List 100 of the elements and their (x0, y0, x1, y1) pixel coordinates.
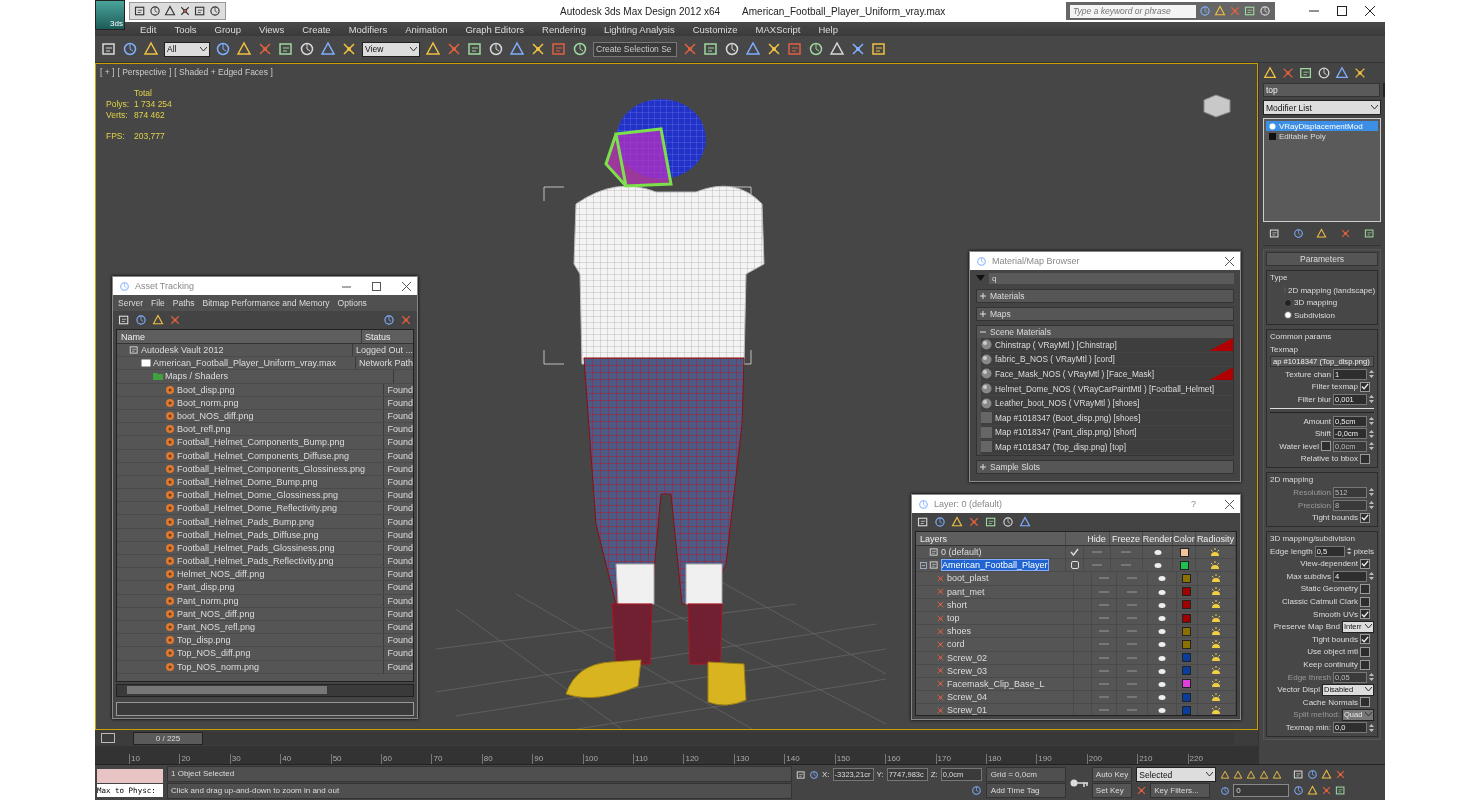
auto-key-button[interactable]: Auto Key (1091, 767, 1133, 782)
close-icon[interactable] (1225, 499, 1234, 509)
object-name-field[interactable]: top (1263, 83, 1380, 97)
layer-color-swatch[interactable] (1182, 666, 1192, 676)
collapse-icon[interactable] (980, 329, 986, 335)
hide-toggle-icon[interactable] (1098, 709, 1109, 712)
hide-toggle-icon[interactable] (1098, 643, 1109, 646)
freeze-toggle-icon[interactable] (1126, 643, 1137, 646)
menu-item[interactable]: File (151, 298, 165, 308)
menu-item[interactable]: Modifiers (339, 23, 397, 35)
set-key-button[interactable]: Set Key (1091, 783, 1133, 798)
spinner-arrows-icon[interactable] (1369, 672, 1374, 683)
spinner-arrows-icon[interactable] (1369, 722, 1374, 733)
layer-name[interactable]: short (947, 599, 967, 610)
search-field[interactable]: Type a keyword or phrase (1070, 4, 1196, 18)
maximize-icon[interactable] (1337, 6, 1347, 16)
expand-icon[interactable] (980, 293, 986, 299)
sun-icon[interactable] (1211, 692, 1222, 702)
checkbox[interactable] (1360, 584, 1370, 594)
freeze-toggle-icon[interactable] (1126, 682, 1137, 685)
selection-filter-dropdown[interactable]: All (164, 41, 210, 57)
spinner-arrows-icon[interactable] (1369, 394, 1374, 405)
layer-name[interactable]: Screw_01 (947, 705, 988, 715)
menu-item[interactable]: Edit (131, 23, 166, 35)
material-list-item[interactable]: Face_Mask_NOS ( VRayMtl ) [Face_Mask] (981, 367, 1233, 382)
asset-name[interactable]: Top_disp.png (177, 635, 231, 646)
layer-name[interactable]: American_Football_Player (941, 559, 1049, 572)
asset-name[interactable]: Boot_disp.png (177, 384, 235, 395)
column-header[interactable]: Name (117, 330, 362, 343)
layer-color-swatch[interactable] (1182, 587, 1192, 597)
menu-item[interactable]: Customize (683, 23, 747, 35)
hide-toggle-icon[interactable] (1098, 682, 1109, 685)
key-filters-button[interactable]: Key Filters... (1150, 783, 1211, 798)
asset-name[interactable]: Maps / Shaders (165, 371, 229, 382)
sun-icon[interactable] (1211, 587, 1222, 597)
asset-name[interactable]: boot_NOS_diff.png (177, 411, 254, 422)
layer-color-swatch[interactable] (1182, 600, 1192, 610)
freeze-toggle-icon[interactable] (1126, 617, 1137, 620)
hide-toggle-icon[interactable] (1098, 590, 1109, 593)
asset-name[interactable]: American_Football_Player_Uniform_vray.max (153, 358, 336, 369)
menu-item[interactable]: Create (293, 23, 340, 35)
rollout-header[interactable]: Maps (977, 308, 1233, 320)
asset-name[interactable]: Football_Helmet_Pads_Bump.png (177, 516, 315, 527)
listener-output-field[interactable] (97, 768, 163, 783)
hide-toggle-icon[interactable] (1098, 669, 1109, 672)
spinner-arrows-icon[interactable] (1347, 546, 1352, 557)
expand-icon[interactable] (980, 463, 986, 470)
rollout-header[interactable]: Scene Materials (977, 326, 1233, 338)
reference-coordinate-dropdown[interactable]: View (362, 41, 420, 57)
layer-color-swatch[interactable] (1182, 613, 1192, 623)
asset-name[interactable]: Boot_refl.png (177, 424, 231, 435)
menu-item[interactable]: Animation (396, 23, 457, 35)
view-cube-icon[interactable] (1203, 94, 1231, 118)
asset-name[interactable]: Football_Helmet_Pads_Diffuse.png (177, 529, 319, 540)
menu-item[interactable]: Options (337, 298, 367, 308)
column-header[interactable]: Hide (1083, 532, 1111, 545)
material-list-item[interactable]: Map #1018347 (Top_disp.png) [top] (981, 440, 1233, 455)
asset-name[interactable]: Football_Helmet_Pads_Glossiness.png (177, 542, 335, 553)
viewport-label[interactable]: [ + ] (100, 67, 115, 77)
checkbox[interactable] (1360, 381, 1370, 392)
freeze-toggle-icon[interactable] (1126, 669, 1137, 672)
timeline-ruler[interactable]: 10 20 30 40 50 60 70 80 90 100 110 120 130 140 150 160 170 180 190 200 210 220 (95, 746, 1258, 764)
checkbox[interactable] (1360, 697, 1370, 708)
material-list-item[interactable]: Chinstrap ( VRayMtl ) [Chinstrap] (981, 338, 1233, 353)
layer-color-swatch[interactable] (1182, 653, 1192, 663)
menu-item[interactable]: Help (809, 23, 847, 35)
sun-icon[interactable] (1211, 679, 1222, 689)
column-header[interactable]: Radiosity (1195, 532, 1236, 545)
time-slider-track[interactable]: 0 / 225 (133, 731, 1234, 745)
freeze-toggle-icon[interactable] (1126, 590, 1137, 593)
menu-item[interactable]: Bitmap Performance and Memory (202, 298, 330, 308)
radio-button[interactable] (1284, 298, 1292, 307)
layer-color-swatch[interactable] (1182, 705, 1192, 715)
asset-name[interactable]: Pant_NOS_diff.png (177, 608, 255, 619)
freeze-toggle-icon[interactable] (1126, 630, 1137, 633)
asset-name[interactable]: Pant_NOS_refl.png (177, 622, 256, 633)
layer-name[interactable]: Screw_04 (947, 692, 988, 703)
menu-item[interactable]: Server (118, 298, 144, 308)
asset-name[interactable]: Helmet_NOS_diff.png (177, 569, 265, 580)
freeze-toggle-icon[interactable] (1121, 551, 1132, 554)
key-icon[interactable] (1069, 777, 1088, 788)
close-icon[interactable] (1365, 6, 1375, 16)
collapse-icon[interactable] (920, 561, 927, 569)
spinner-arrows-icon[interactable] (1369, 369, 1374, 380)
asset-name[interactable]: Football_Helmet_Components_Glossiness.png (177, 463, 366, 474)
asset-name[interactable]: Top_NOS_norm.png (177, 661, 260, 672)
expand-icon[interactable] (980, 311, 986, 317)
sun-icon[interactable] (1211, 639, 1222, 649)
hide-toggle-icon[interactable] (1098, 630, 1109, 633)
named-selection-dropdown[interactable]: Create Selection Se (593, 41, 677, 57)
layer-color-swatch[interactable] (1182, 639, 1192, 649)
close-icon[interactable] (1225, 256, 1234, 266)
search-field[interactable]: q (989, 273, 1234, 284)
layer-name[interactable]: Screw_03 (947, 665, 988, 676)
hide-toggle-icon[interactable] (1098, 617, 1109, 620)
column-header[interactable]: Render (1142, 532, 1174, 545)
sun-icon[interactable] (1211, 666, 1222, 676)
checkbox[interactable] (1360, 609, 1370, 620)
column-header[interactable]: Status (362, 331, 391, 342)
layer-name[interactable]: cord (947, 639, 965, 650)
